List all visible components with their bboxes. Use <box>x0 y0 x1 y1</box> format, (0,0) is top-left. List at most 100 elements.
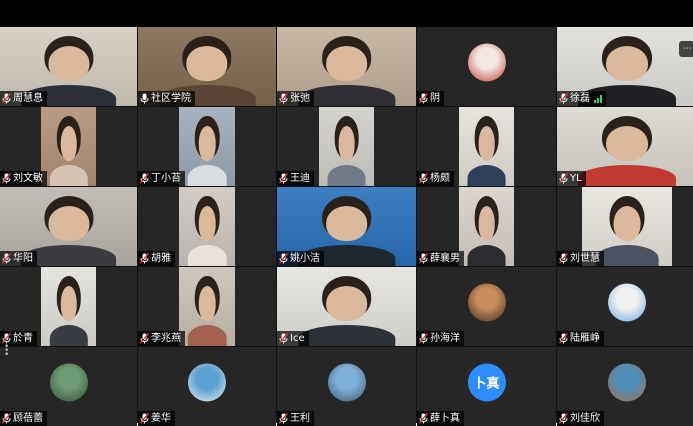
mic-muted-icon <box>140 173 149 184</box>
mic-muted-icon <box>279 173 288 184</box>
participant-name: 於青 <box>13 333 33 344</box>
participant-name-tag: 陆雁峥 <box>557 331 604 346</box>
participant-tile-17[interactable]: 李兆燕 <box>138 267 276 346</box>
mic-muted-icon <box>140 333 149 344</box>
mic-muted-icon <box>2 413 11 424</box>
participant-tile-18[interactable]: Ice <box>277 267 416 346</box>
more-icon[interactable]: ⋯ <box>679 41 693 57</box>
mic-muted-icon <box>2 173 11 184</box>
participant-name-tag: 李兆燕 <box>138 331 185 346</box>
mic-on-icon <box>140 93 149 104</box>
participant-face <box>613 205 641 241</box>
participant-name: 王利 <box>290 413 310 424</box>
participant-name: 胡雅 <box>151 253 171 264</box>
participant-name: 王迪 <box>290 173 310 184</box>
participant-avatar <box>49 362 88 401</box>
participant-avatar <box>608 282 646 321</box>
mic-muted-icon <box>279 253 288 264</box>
mic-muted-icon <box>419 413 428 424</box>
participant-tile-6[interactable]: 刘文敏 <box>0 107 137 186</box>
participant-name: 华阳 <box>13 253 33 264</box>
participant-tile-22[interactable]: 姜华 <box>138 347 276 426</box>
participant-face <box>325 45 368 81</box>
participant-tile-20[interactable]: 陆雁峥 <box>557 267 693 346</box>
participant-name-tag: 王迪 <box>277 171 314 186</box>
participant-video <box>41 107 96 186</box>
mic-muted-icon <box>140 413 149 424</box>
mic-muted-icon <box>419 173 428 184</box>
participant-tile-25[interactable]: 刘佳欣 <box>557 347 693 426</box>
participant-tile-7[interactable]: 丁小苔 <box>138 107 276 186</box>
participant-body <box>49 325 88 346</box>
mic-muted-icon <box>559 93 568 104</box>
participant-body <box>467 245 506 266</box>
participant-tile-5[interactable]: 徐磊 ⋯ <box>557 27 693 106</box>
participant-face <box>606 45 648 81</box>
participant-name: YL <box>570 173 582 184</box>
participant-face <box>198 125 216 161</box>
participant-video <box>179 267 235 346</box>
participant-avatar <box>467 282 506 321</box>
participant-face <box>60 285 77 321</box>
participant-tile-15[interactable]: 刘世慧 <box>557 187 693 266</box>
participant-tile-4[interactable]: 阴 <box>417 27 556 106</box>
participant-name: 顾蓓蕾 <box>13 413 43 424</box>
mic-muted-icon <box>559 173 568 184</box>
participant-name: 刘文敏 <box>13 173 43 184</box>
participant-face <box>47 45 90 81</box>
participant-face <box>186 45 228 81</box>
panel-handle-icon[interactable]: • • • <box>4 343 9 360</box>
participant-name: 杨颇 <box>430 173 450 184</box>
participant-name: 阴 <box>430 93 440 104</box>
participant-face <box>606 125 648 161</box>
participant-tile-24[interactable]: 卜真 薛卜真 <box>417 347 556 426</box>
participant-body <box>187 245 227 266</box>
participant-video <box>41 267 96 346</box>
participant-face <box>60 125 77 161</box>
participant-name-tag: 徐磊 <box>557 91 606 106</box>
participant-name: 丁小苔 <box>151 173 181 184</box>
participant-tile-14[interactable]: 薛襄男 <box>417 187 556 266</box>
participant-tile-13[interactable]: 姚小洁 <box>277 187 416 266</box>
participant-tile-2[interactable]: 社区学院 <box>138 27 276 106</box>
participant-name-tag: 薛襄男 <box>417 251 464 266</box>
participant-name: 周慧息 <box>13 93 43 104</box>
participant-name: 薛卜真 <box>430 413 460 424</box>
participant-video <box>179 187 235 266</box>
participant-name-tag: YL <box>557 171 586 186</box>
meeting-window: 周慧息 社区学院 张弛 阴 徐磊 ⋯ 刘文敏 丁小苔 王迪 杨颇 YL 华阳 胡… <box>0 0 693 426</box>
participant-body <box>187 165 227 186</box>
participant-name-tag: 薛卜真 <box>417 411 464 426</box>
participant-tile-3[interactable]: 张弛 <box>277 27 416 106</box>
participant-name: 刘佳欣 <box>570 413 600 424</box>
participant-name: 孙海洋 <box>430 333 460 344</box>
participant-name-tag: 刘文敏 <box>0 171 47 186</box>
participant-tile-9[interactable]: 杨颇 <box>417 107 556 186</box>
participant-face <box>47 205 90 241</box>
participant-face <box>478 125 495 161</box>
participant-name-tag: 丁小苔 <box>138 171 185 186</box>
participant-avatar <box>327 362 366 401</box>
participant-tile-12[interactable]: 胡雅 <box>138 187 276 266</box>
participant-tile-1[interactable]: 周慧息 <box>0 27 137 106</box>
mic-muted-icon <box>279 93 288 104</box>
participant-name-tag: 姚小洁 <box>277 251 324 266</box>
participant-name-tag: 华阳 <box>0 251 37 266</box>
participant-name: 张弛 <box>290 93 310 104</box>
participant-tile-11[interactable]: 华阳 <box>0 187 137 266</box>
participant-name-tag: 阴 <box>417 91 444 106</box>
participant-name: 李兆燕 <box>151 333 181 344</box>
participant-tile-10[interactable]: YL <box>557 107 693 186</box>
participant-tile-8[interactable]: 王迪 <box>277 107 416 186</box>
participant-tile-21[interactable]: 顾蓓蕾 <box>0 347 137 426</box>
participant-face <box>478 205 495 241</box>
mic-muted-icon <box>2 93 11 104</box>
mic-muted-icon <box>2 253 11 264</box>
participant-name-tag: 刘佳欣 <box>557 411 604 426</box>
participant-tile-16[interactable]: 於青 <box>0 267 137 346</box>
participant-avatar: 卜真 <box>467 362 506 401</box>
participant-tile-19[interactable]: 孙海洋 <box>417 267 556 346</box>
participant-body <box>327 165 366 186</box>
participant-tile-23[interactable]: 王利 <box>277 347 416 426</box>
participant-body <box>49 165 88 186</box>
